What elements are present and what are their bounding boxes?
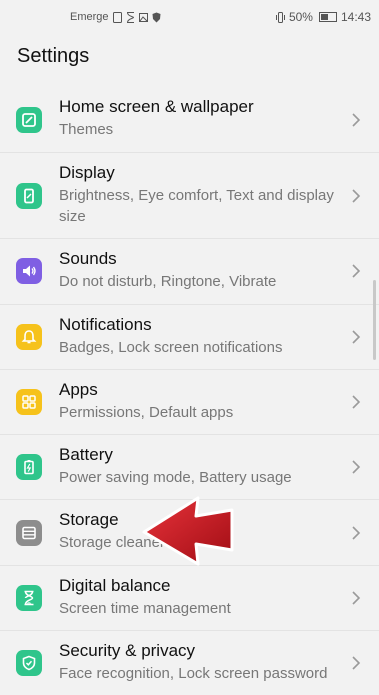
settings-item-subtitle: Storage cleaner (59, 534, 165, 552)
chevron-right-icon (352, 113, 361, 127)
settings-item-title: Apps (59, 379, 98, 399)
settings-item-text: Display Brightness, Eye comfort, Text and… (59, 162, 339, 227)
settings-item-title: Home screen & wallpaper (59, 97, 254, 116)
status-right: 50% 14:43 (275, 10, 371, 24)
settings-item-text: Apps Permissions, Default apps (59, 379, 339, 423)
settings-item-text: Storage Storage cleaner (59, 509, 339, 553)
chevron-right-icon (352, 656, 361, 670)
settings-item-subtitle: Permissions, Default apps (59, 403, 234, 421)
settings-item-subtitle: Badges, Lock screen notifications (59, 338, 283, 356)
settings-item-title: Security & privacy (59, 641, 196, 661)
settings-item-text: Digital balance Screen time management (59, 575, 339, 619)
settings-item-display[interactable]: Display Brightness, Eye comfort, Text and… (0, 152, 379, 239)
settings-item-subtitle: Brightness, Eye comfort, Text and displa… (59, 187, 334, 226)
storage-icon (16, 519, 42, 546)
clock: 14:43 (340, 10, 371, 24)
settings-item-notifications[interactable]: Notifications Badges, Lock screen notific… (0, 303, 379, 369)
settings-item-home-screen-wallpaper[interactable]: Home screen & wallpaper Themes (0, 87, 379, 153)
carrier-label: Emerge (70, 11, 109, 23)
status-bar: Emerge 50% 14:43 (0, 0, 379, 34)
settings-item-subtitle: Do not disturb, Ringtone, Vibrate (59, 273, 277, 291)
battery-icon (16, 454, 42, 481)
settings-item-title: Battery (59, 445, 113, 465)
settings-item-digital-balance[interactable]: Digital balance Screen time management (0, 564, 379, 631)
settings-item-title: Sounds (59, 249, 117, 269)
vibrate-icon (275, 11, 285, 23)
home-screen-icon (16, 106, 42, 133)
chevron-right-icon (352, 526, 361, 540)
settings-item-apps[interactable]: Apps Permissions, Default apps (0, 368, 379, 435)
settings-item-subtitle: Face recognition, Lock screen password (59, 665, 328, 683)
settings-item-title: Storage (59, 510, 119, 530)
settings-item-security-privacy[interactable]: Security & privacy Face recognition, Lock… (0, 630, 379, 695)
settings-item-text: Home screen & wallpaper Themes (59, 96, 339, 140)
image-status-icon (138, 12, 148, 22)
settings-item-storage[interactable]: Storage Storage cleaner (0, 499, 379, 565)
settings-item-subtitle: Themes (59, 121, 114, 138)
settings-item-text: Battery Power saving mode, Battery usage (59, 444, 339, 488)
hourglass-icon (16, 584, 42, 611)
settings-list: Home screen & wallpaper Themes Display Brig… (0, 87, 379, 695)
battery-percent: 50% (288, 10, 313, 24)
settings-item-sounds[interactable]: Sounds Do not disturb, Ringtone, Vibrate (0, 238, 379, 304)
scrollbar[interactable] (373, 280, 376, 360)
chevron-right-icon (352, 460, 361, 474)
chevron-right-icon (352, 189, 361, 203)
shield-icon (16, 650, 42, 677)
settings-item-battery[interactable]: Battery Power saving mode, Battery usage (0, 434, 379, 500)
apps-icon (16, 389, 42, 416)
display-icon (16, 182, 42, 209)
settings-item-subtitle: Screen time management (59, 599, 231, 617)
settings-item-text: Notifications Badges, Lock screen notific… (59, 314, 339, 358)
settings-item-title: Notifications (59, 314, 152, 334)
settings-item-subtitle: Power saving mode, Battery usage (59, 469, 292, 487)
battery-status-icon (318, 12, 337, 22)
status-left: Emerge (70, 11, 161, 23)
settings-item-text: Security & privacy Face recognition, Lock… (59, 640, 339, 684)
page-title: Settings (17, 45, 90, 67)
hourglass-status-icon (126, 11, 134, 23)
settings-item-text: Sounds Do not disturb, Ringtone, Vibrate (59, 248, 339, 292)
sim-icon (112, 11, 122, 23)
chevron-right-icon (352, 395, 361, 409)
chevron-right-icon (352, 330, 361, 344)
sound-icon (16, 258, 42, 285)
settings-item-title: Display (59, 163, 115, 183)
shield-status-icon (152, 12, 161, 22)
settings-item-title: Digital balance (59, 575, 171, 595)
chevron-right-icon (352, 264, 361, 279)
chevron-right-icon (352, 591, 361, 605)
bell-icon (16, 323, 42, 350)
